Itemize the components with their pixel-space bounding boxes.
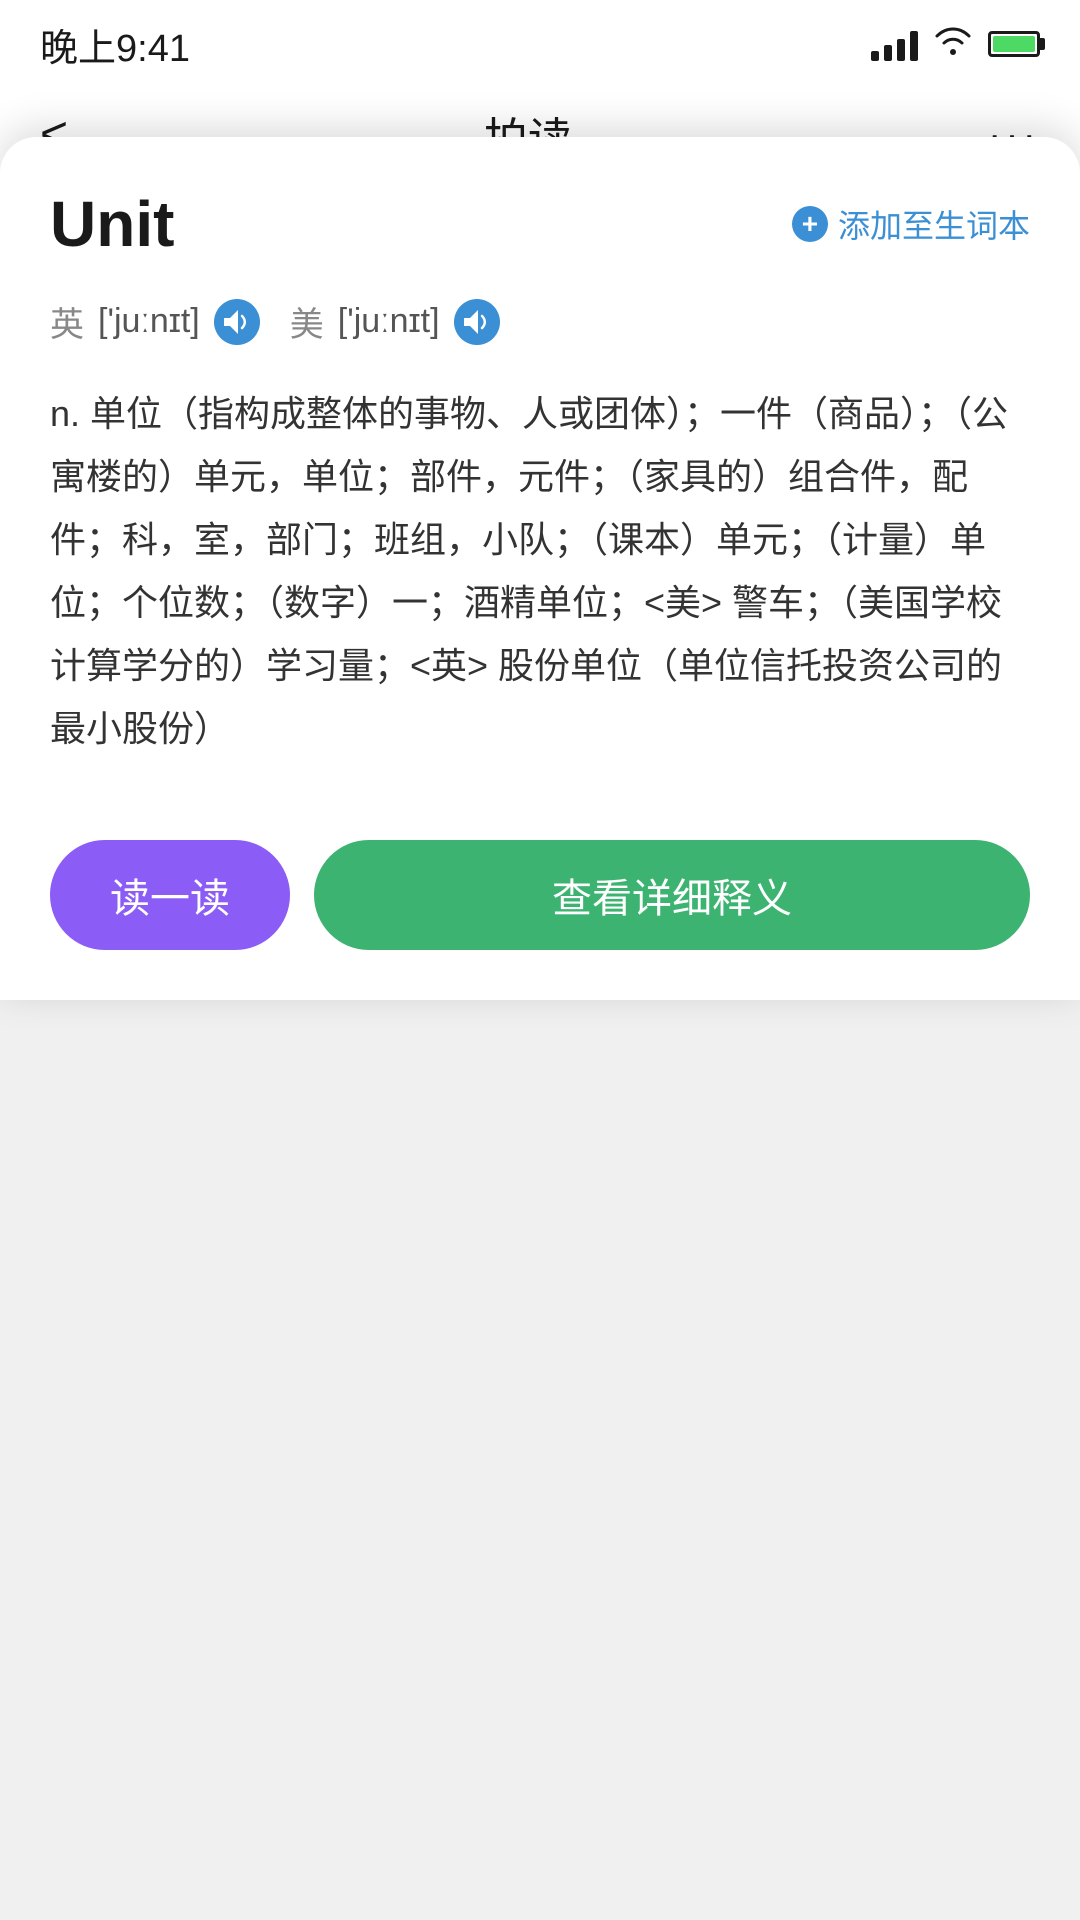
status-icons xyxy=(871,25,1040,64)
phonetic-us-group: 美 ['juːnɪt] xyxy=(290,297,500,346)
phonetic-us-sound-button[interactable] xyxy=(454,299,500,345)
status-time: 晚上9:41 xyxy=(40,17,190,72)
bottom-buttons: 读一读 查看详细释义 xyxy=(50,810,1030,1000)
add-vocab-label: 添加至生词本 xyxy=(838,201,1030,247)
read-button[interactable]: 读一读 xyxy=(50,840,290,950)
phonetic-en-text: ['juːnɪt] xyxy=(98,302,200,341)
phonetic-en-group: 英 ['juːnɪt] xyxy=(50,297,260,346)
phonetic-en-sound-button[interactable] xyxy=(214,299,260,345)
dict-phonetics: 英 ['juːnɪt] 美 ['juːnɪt] xyxy=(50,297,1030,346)
wifi-icon xyxy=(934,25,972,64)
dict-word: Unit xyxy=(50,187,174,261)
dictionary-panel: Unit + 添加至生词本 英 ['juːnɪt] 美 xyxy=(0,137,1080,1000)
dict-header: Unit + 添加至生词本 xyxy=(50,187,1030,261)
phonetic-en-label: 英 xyxy=(50,297,84,346)
status-bar: 晚上9:41 xyxy=(0,0,1080,80)
dict-definition: n. 单位（指构成整体的事物、人或团体）；一件（商品）；（公寓楼的）单元，单位；… xyxy=(50,382,1030,760)
reading-area: Unit Two John，I have a new schoolbag. Ma… xyxy=(0,280,1080,1000)
add-vocab-button[interactable]: + 添加至生词本 xyxy=(792,201,1030,247)
phonetic-us-label: 美 xyxy=(290,297,324,346)
detail-button[interactable]: 查看详细释义 xyxy=(314,840,1030,950)
add-vocab-plus-icon: + xyxy=(792,206,828,242)
signal-icon xyxy=(871,27,918,61)
battery-icon xyxy=(988,31,1040,57)
phonetic-us-text: ['juːnɪt] xyxy=(338,302,440,341)
